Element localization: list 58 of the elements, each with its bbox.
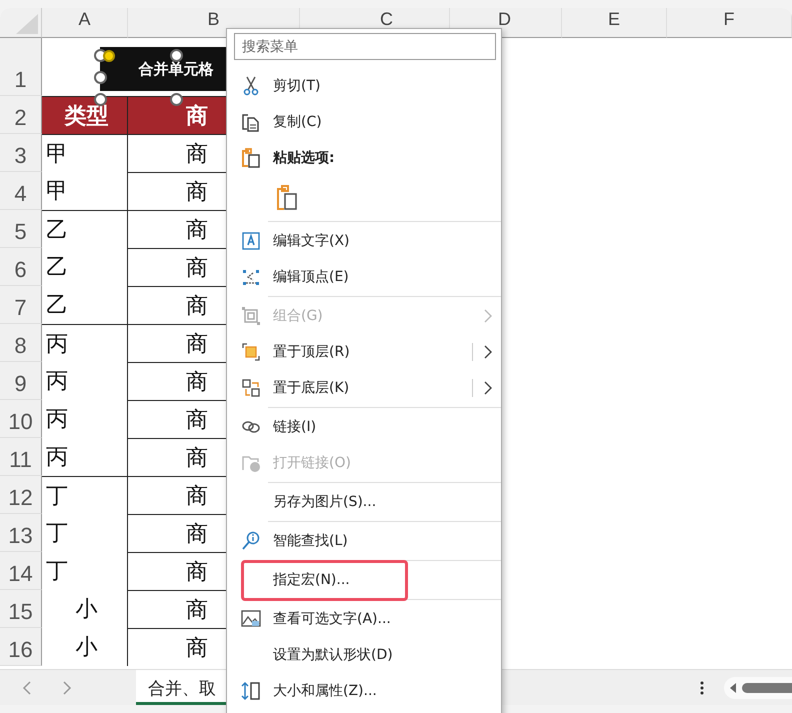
chevron-right-icon	[484, 345, 492, 359]
sheet-tab[interactable]: 合并、取	[136, 670, 228, 705]
row-header[interactable]: 13	[0, 514, 42, 552]
size-icon	[241, 681, 261, 701]
row-header[interactable]: 14	[0, 552, 42, 590]
table-cell: 小	[42, 590, 128, 628]
image-text-icon	[241, 609, 261, 629]
column-header[interactable]: A	[42, 8, 128, 38]
resize-handle[interactable]	[94, 71, 107, 84]
table-cell: 丁	[42, 476, 128, 514]
chevron-right-icon	[484, 309, 492, 323]
paste-clipboard-icon[interactable]	[276, 185, 298, 211]
clipboard-icon	[241, 148, 261, 168]
row-header[interactable]: 10	[0, 400, 42, 438]
column-header[interactable]: E	[562, 8, 667, 38]
group-icon	[241, 306, 261, 326]
edit-points-icon	[241, 267, 261, 287]
menu-item[interactable]: 大小和属性(Z)...	[227, 673, 501, 709]
copy-icon	[241, 112, 261, 132]
table-cell: 丙	[42, 438, 128, 476]
row-header[interactable]: 4	[0, 172, 42, 210]
table-cell: 乙	[42, 286, 128, 324]
table-cell: 类型	[42, 96, 128, 134]
row-header[interactable]: 12	[0, 476, 42, 514]
table-cell: 丁	[42, 514, 128, 552]
scissors-icon	[241, 76, 261, 96]
bring-front-icon	[241, 342, 261, 362]
row-header[interactable]: 5	[0, 210, 42, 248]
resize-handle[interactable]	[94, 93, 107, 106]
table-cell: 丁	[42, 552, 128, 590]
row-header[interactable]: 1	[0, 38, 42, 96]
row-header[interactable]: 8	[0, 324, 42, 362]
table-cell: 丙	[42, 362, 128, 400]
search-icon	[241, 531, 261, 551]
column-header[interactable]: F	[667, 8, 792, 38]
table-cell: 小	[42, 628, 128, 666]
horizontal-scrollbar[interactable]	[724, 676, 792, 698]
row-header[interactable]: 2	[0, 96, 42, 134]
table-cell: 甲	[42, 172, 128, 210]
send-back-icon	[241, 378, 261, 398]
row-header[interactable]: 3	[0, 134, 42, 172]
table-cell: 丙	[42, 324, 128, 362]
text-box-icon	[241, 231, 261, 251]
row-header[interactable]: 6	[0, 248, 42, 286]
more-icon[interactable]	[700, 680, 704, 694]
chevron-right-icon	[484, 381, 492, 395]
row-header[interactable]: 11	[0, 438, 42, 476]
search-field[interactable]: 搜索菜单	[234, 33, 496, 60]
row-header[interactable]: 9	[0, 362, 42, 400]
table-cell: 丙	[42, 400, 128, 438]
row-header[interactable]: 7	[0, 286, 42, 324]
row-header[interactable]: 15	[0, 590, 42, 628]
table-cell: 甲	[42, 134, 128, 172]
table-cell: 乙	[42, 248, 128, 286]
table-cell: 乙	[42, 210, 128, 248]
scroll-left-icon[interactable]	[728, 682, 738, 694]
resize-handle[interactable]	[170, 93, 183, 106]
row-header[interactable]: 16	[0, 628, 42, 666]
